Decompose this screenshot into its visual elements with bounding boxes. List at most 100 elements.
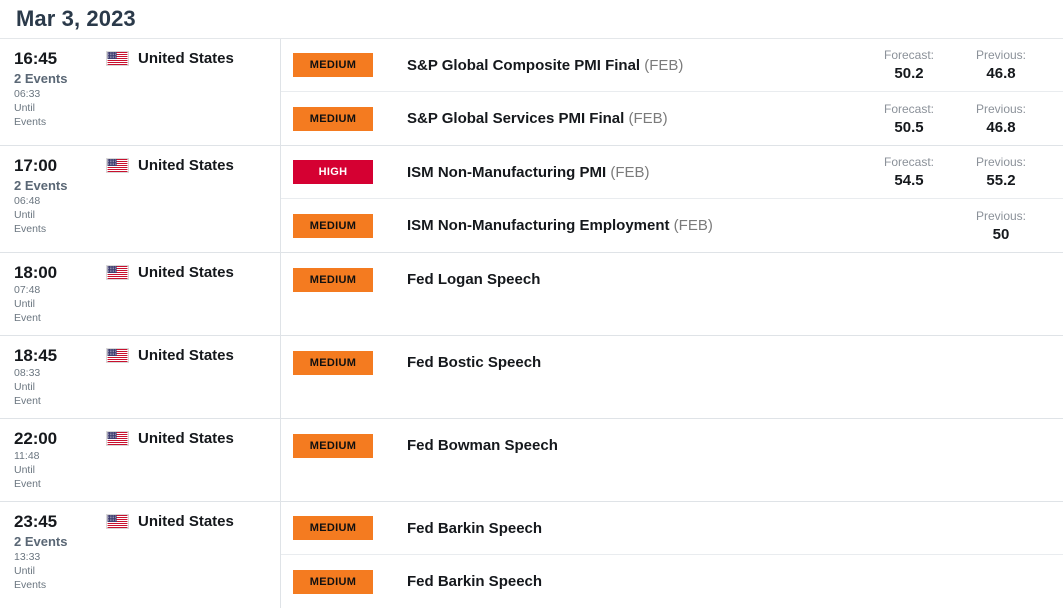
country-name: United States: [138, 264, 234, 281]
impact-cell: MEDIUM: [281, 516, 407, 540]
event-row[interactable]: HIGH ISM Non-Manufacturing PMI (FEB) Forec…: [281, 146, 1063, 199]
countdown-value: 07:48: [14, 284, 41, 296]
us-flag-icon: [106, 265, 129, 280]
impact-cell: MEDIUM: [281, 213, 407, 238]
event-title[interactable]: S&P Global Services PMI Final (FEB): [407, 110, 863, 127]
event-row[interactable]: MEDIUM Fed Barkin Speech: [281, 555, 1063, 608]
time-country-cell: 22:00 11:48 Until Event United States: [0, 419, 281, 501]
event-row[interactable]: MEDIUM S&P Global Composite PMI Final (FE…: [281, 39, 1063, 92]
event-stats: Forecast: 50.5 Previous: 46.8: [863, 101, 1063, 137]
event-title[interactable]: S&P Global Composite PMI Final (FEB): [407, 57, 863, 74]
previous-label: Previous:: [975, 101, 1027, 116]
previous-stat: Previous: 55.2: [955, 154, 1047, 190]
countdown-until-label: Until: [14, 298, 36, 310]
countdown-until-label: Until: [14, 464, 36, 476]
event-title[interactable]: Fed Bowman Speech: [407, 437, 1063, 454]
impact-cell: MEDIUM: [281, 106, 407, 131]
event-title-text: Fed Bostic Speech: [407, 354, 542, 371]
country-name: United States: [138, 157, 234, 174]
economic-calendar: 16:45 2 Events 06:33 Until Events United Stat…: [0, 38, 1063, 608]
event-stats: Previous: 50: [863, 208, 1063, 244]
impact-badge: MEDIUM: [293, 106, 373, 131]
previous-label: Previous:: [975, 208, 1027, 223]
impact-cell: HIGH: [281, 160, 407, 184]
event-row[interactable]: MEDIUM S&P Global Services PMI Final (FEB…: [281, 92, 1063, 145]
event-title-text: S&P Global Services PMI Final: [407, 110, 625, 127]
time-group: 22:00 11:48 Until Event United States MEDIUM F…: [0, 419, 1063, 502]
time-country-cell: 16:45 2 Events 06:33 Until Events United Stat…: [0, 39, 281, 145]
impact-badge: MEDIUM: [293, 569, 373, 594]
time-country-cell: 18:45 08:33 Until Event United States: [0, 336, 281, 418]
country-block: United States: [106, 156, 234, 174]
countdown-until-label: Until: [14, 102, 36, 114]
event-title-text: Fed Logan Speech: [407, 271, 541, 288]
event-stats: Forecast: 50.2 Previous: 46.8: [863, 47, 1063, 83]
us-flag-icon: [106, 51, 129, 66]
forecast-value: 54.5: [894, 172, 924, 189]
event-title-text: ISM Non-Manufacturing Employment: [407, 217, 670, 234]
event-title[interactable]: Fed Bostic Speech: [407, 354, 1063, 371]
impact-cell: MEDIUM: [281, 267, 407, 292]
event-title[interactable]: ISM Non-Manufacturing Employment (FEB): [407, 217, 863, 234]
country-name: United States: [138, 513, 234, 530]
countdown-value: 08:33: [14, 367, 41, 379]
time-block: 16:45 2 Events 06:33 Until Events: [14, 49, 106, 129]
country-name: United States: [138, 347, 234, 364]
event-list: MEDIUM S&P Global Composite PMI Final (FE…: [281, 39, 1063, 145]
country-block: United States: [106, 512, 234, 530]
time-block: 18:45 08:33 Until Event: [14, 346, 106, 408]
forecast-value: 50.5: [894, 118, 924, 136]
country-block: United States: [106, 263, 234, 281]
event-period: (FEB): [628, 110, 668, 127]
time-block: 17:00 2 Events 06:48 Until Events: [14, 156, 106, 236]
event-title[interactable]: ISM Non-Manufacturing PMI (FEB): [407, 164, 863, 181]
event-row[interactable]: MEDIUM ISM Non-Manufacturing Employment (…: [281, 199, 1063, 252]
countdown-until-label: Until: [14, 209, 36, 221]
countdown-unit-label: Event: [14, 312, 41, 324]
event-count: 2 Events: [14, 178, 68, 193]
time-block: 23:45 2 Events 13:33 Until Events: [14, 512, 106, 592]
time-group: 23:45 2 Events 13:33 Until Events United Stat…: [0, 502, 1063, 608]
forecast-label: Forecast:: [883, 48, 934, 62]
us-flag-icon: [106, 431, 129, 446]
us-flag-icon: [106, 348, 129, 363]
countdown-until-label: Until: [14, 565, 36, 577]
impact-badge: HIGH: [293, 160, 373, 184]
countdown-value: 06:33: [14, 88, 41, 100]
event-title[interactable]: Fed Logan Speech: [407, 271, 1063, 288]
countdown-value: 06:48: [14, 195, 41, 207]
event-row[interactable]: MEDIUM Fed Bowman Speech: [281, 419, 1063, 472]
event-list: MEDIUM Fed Bowman Speech: [281, 419, 1063, 501]
event-list: MEDIUM Fed Bostic Speech: [281, 336, 1063, 418]
event-title-text: Fed Barkin Speech: [407, 519, 543, 537]
countdown-unit-label: Events: [14, 579, 47, 591]
forecast-label: Forecast:: [883, 155, 934, 169]
impact-cell: MEDIUM: [281, 350, 407, 375]
impact-cell: MEDIUM: [281, 569, 407, 594]
countdown-unit-label: Events: [14, 116, 47, 128]
event-title[interactable]: Fed Barkin Speech: [407, 520, 1063, 537]
impact-badge: MEDIUM: [293, 213, 373, 238]
impact-badge: MEDIUM: [293, 516, 373, 540]
event-row[interactable]: MEDIUM Fed Barkin Speech: [281, 502, 1063, 555]
event-stats: Forecast: 54.5 Previous: 55.2: [863, 154, 1063, 190]
impact-cell: MEDIUM: [281, 433, 407, 458]
event-title[interactable]: Fed Barkin Speech: [407, 573, 1063, 590]
page-header: Mar 3, 2023: [0, 0, 1063, 38]
country-block: United States: [106, 346, 234, 364]
event-row[interactable]: MEDIUM Fed Logan Speech: [281, 253, 1063, 306]
countdown-value: 11:48: [14, 450, 40, 462]
country-block: United States: [106, 49, 234, 67]
event-list: MEDIUM Fed Logan Speech: [281, 253, 1063, 335]
event-title-text: ISM Non-Manufacturing PMI: [407, 163, 607, 181]
time-group: 16:45 2 Events 06:33 Until Events United Stat…: [0, 39, 1063, 146]
time-block: 22:00 11:48 Until Event: [14, 429, 106, 491]
impact-cell: MEDIUM: [281, 53, 407, 77]
countdown-value: 13:33: [14, 551, 41, 563]
countdown-unit-label: Event: [14, 395, 41, 407]
time-group: 18:00 07:48 Until Event United States MEDIUM F…: [0, 253, 1063, 336]
time-country-cell: 23:45 2 Events 13:33 Until Events United Stat…: [0, 502, 281, 608]
countdown-unit-label: Event: [14, 478, 41, 490]
previous-label: Previous:: [975, 48, 1027, 62]
event-row[interactable]: MEDIUM Fed Bostic Speech: [281, 336, 1063, 389]
